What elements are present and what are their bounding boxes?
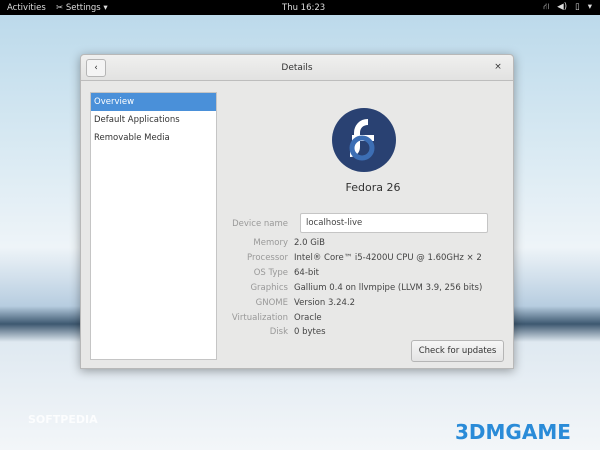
gnome-value: Version 3.24.2: [294, 298, 355, 308]
chevron-down-icon: ▾: [587, 2, 592, 12]
3dmgame-watermark: 3DMGAME: [455, 420, 571, 444]
network-icon: ⛙: [543, 2, 550, 12]
graphics-label: Graphics: [250, 283, 288, 293]
activities-button[interactable]: Activities: [7, 3, 46, 13]
softpedia-watermark: SOFTPEDIA: [28, 413, 98, 426]
memory-value: 2.0 GiB: [294, 238, 325, 248]
device-name-label: Device name: [232, 219, 288, 229]
disk-value: 0 bytes: [294, 327, 326, 337]
os-type-value: 64-bit: [294, 268, 319, 278]
memory-label: Memory: [253, 238, 288, 248]
disk-label: Disk: [269, 327, 288, 337]
os-type-label: OS Type: [253, 268, 288, 278]
virtualization-value: Oracle: [294, 313, 322, 323]
app-menu[interactable]: ✂ Settings ▾: [56, 3, 108, 13]
sidebar-item-default-applications[interactable]: Default Applications: [91, 111, 216, 129]
app-menu-label: Settings ▾: [65, 2, 108, 13]
device-name-input[interactable]: localhost-live: [300, 213, 488, 233]
graphics-value: Gallium 0.4 on llvmpipe (LLVM 3.9, 256 b…: [294, 283, 483, 293]
sidebar: Overview Default Applications Removable …: [90, 92, 217, 360]
header-bar: ‹ Details ×: [81, 55, 513, 81]
clock[interactable]: Thu 16:23: [282, 3, 325, 13]
close-button[interactable]: ×: [488, 59, 508, 77]
details-window: ‹ Details × Overview Default Application…: [80, 54, 514, 369]
virtualization-label: Virtualization: [231, 313, 288, 323]
status-menu[interactable]: ⛙ ◀) ▯ ▾: [543, 2, 592, 13]
sidebar-item-removable-media[interactable]: Removable Media: [91, 129, 216, 147]
sidebar-item-overview[interactable]: Overview: [91, 93, 216, 111]
window-title: Details: [281, 63, 313, 73]
top-bar: Activities ✂ Settings ▾ Thu 16:23 ⛙ ◀) ▯ ▾: [0, 0, 600, 15]
volume-icon: ◀): [557, 2, 568, 12]
os-name: Fedora 26: [345, 181, 401, 194]
processor-value: Intel® Core™ i5-4200U CPU @ 1.60GHz × 2: [294, 253, 482, 263]
gnome-label: GNOME: [255, 298, 288, 308]
processor-label: Processor: [247, 253, 288, 263]
check-for-updates-button[interactable]: Check for updates: [411, 340, 504, 362]
fedora-logo: [332, 108, 396, 172]
battery-icon: ▯: [575, 2, 580, 12]
